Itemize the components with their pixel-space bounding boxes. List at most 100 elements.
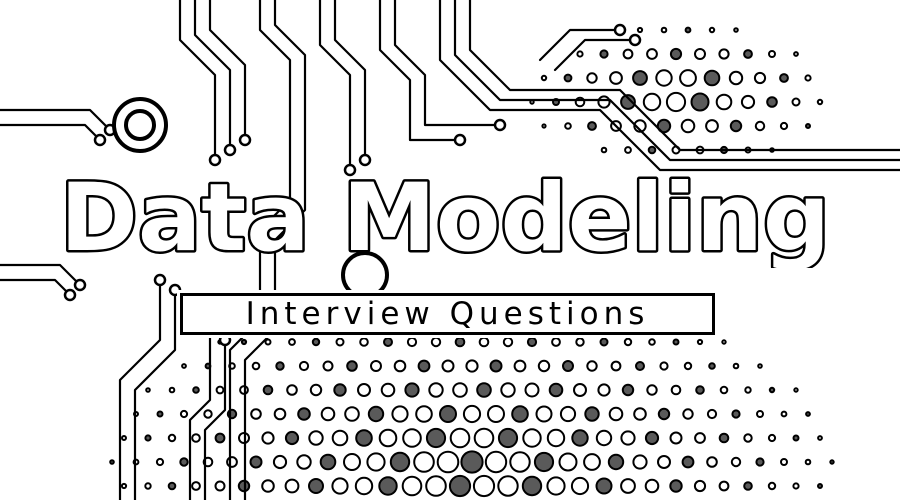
halftone-dot [756, 410, 764, 418]
halftone-dot [642, 92, 662, 112]
halftone-dot [441, 359, 455, 373]
halftone-dot [417, 359, 431, 373]
halftone-dot [694, 48, 706, 60]
halftone-dot [599, 337, 609, 347]
halftone-dot [694, 432, 706, 444]
halftone-dot [546, 428, 566, 448]
halftone-dot [563, 73, 573, 83]
halftone-dot [646, 48, 658, 60]
halftone-dot [465, 359, 479, 373]
halftone-dot [695, 385, 705, 395]
halftone-dot [191, 433, 201, 443]
halftone-dot [768, 386, 776, 394]
circuit-pad [93, 133, 107, 147]
halftone-dot [406, 336, 418, 348]
halftone-dot [829, 459, 835, 465]
halftone-dot [331, 429, 349, 447]
halftone-dot [425, 427, 447, 449]
halftone-dot [120, 482, 128, 490]
halftone-dot [214, 432, 226, 444]
halftone-dot [462, 404, 482, 424]
halftone-dot [718, 432, 730, 444]
halftone-dot [155, 457, 165, 467]
halftone-dot [595, 429, 613, 447]
halftone-dot [632, 70, 648, 86]
halftone-dot [669, 47, 683, 61]
halftone-dot [284, 430, 300, 446]
circuit-trace [0, 278, 72, 297]
halftone-dot [607, 453, 625, 471]
halftone-dot [620, 478, 636, 494]
halftone-dot [298, 360, 310, 372]
halftone-dot [768, 50, 776, 58]
halftone-dot [357, 383, 371, 397]
halftone-dot [647, 145, 657, 155]
halftone-dot [816, 98, 824, 106]
halftone-dot [696, 338, 704, 346]
halftone-dot [715, 93, 733, 111]
halftone-dot [402, 428, 422, 448]
halftone-dot [497, 427, 519, 449]
halftone-dot [732, 362, 740, 370]
halftone-dot [513, 359, 527, 373]
halftone-dot [680, 118, 696, 134]
halftone-dot [608, 406, 624, 422]
halftone-dot [533, 451, 555, 473]
halftone-dot [609, 71, 623, 85]
halftone-dot [320, 406, 336, 422]
halftone-dot [597, 383, 611, 397]
halftone-dot [311, 337, 321, 347]
halftone-dot [261, 479, 275, 493]
halftone-dot [391, 405, 409, 423]
halftone-dot [460, 450, 484, 474]
circuit-pad [168, 283, 182, 297]
halftone-dot [719, 385, 729, 395]
halftone-dot [708, 362, 716, 370]
halftone-dot [551, 337, 561, 347]
halftone-dot [428, 382, 444, 398]
halftone-dot [622, 48, 634, 60]
halftone-dot [144, 482, 152, 490]
halftone-dot [576, 50, 584, 58]
halftone-dot [333, 383, 347, 397]
halftone-dot [740, 94, 756, 110]
halftone-dot [564, 122, 572, 130]
halftone-dot [754, 120, 766, 132]
halftone-dot [632, 454, 648, 470]
halftone-dot [370, 360, 382, 372]
halftone-dot [791, 97, 801, 107]
halftone-dot [497, 475, 519, 497]
halftone-dot [718, 480, 730, 492]
halftone-dot [473, 427, 495, 449]
halftone-dot [779, 73, 789, 83]
halftone-dot [156, 410, 164, 418]
halftone-dot [167, 433, 177, 443]
halftone-dot [646, 384, 658, 396]
halftone-dot [586, 72, 598, 84]
halftone-dot [635, 361, 645, 371]
halftone-dot [679, 69, 697, 87]
halftone-dot [296, 454, 312, 470]
halftone-dot [620, 430, 636, 446]
halftone-dot [779, 121, 789, 131]
halftone-dot [449, 427, 471, 449]
halftone-dot [733, 27, 739, 33]
halftone-dot [755, 457, 765, 467]
halftone-dot [425, 475, 447, 497]
halftone-dot [817, 483, 823, 489]
halftone-dot [430, 336, 442, 348]
circuit-pad [358, 153, 372, 167]
halftone-dot [502, 336, 514, 348]
halftone-dot [706, 456, 718, 468]
halftone-dot [436, 450, 460, 474]
halftone-dot [203, 409, 213, 419]
halftone-dot [109, 459, 115, 465]
halftone-dot [286, 384, 298, 396]
halftone-dot [145, 387, 151, 393]
halftone-dot [478, 336, 490, 348]
halftone-dot [624, 146, 632, 154]
halftone-dot [744, 386, 752, 394]
halftone-dot [489, 359, 503, 373]
halftone-dot [354, 476, 374, 496]
halftone-dot [573, 383, 587, 397]
